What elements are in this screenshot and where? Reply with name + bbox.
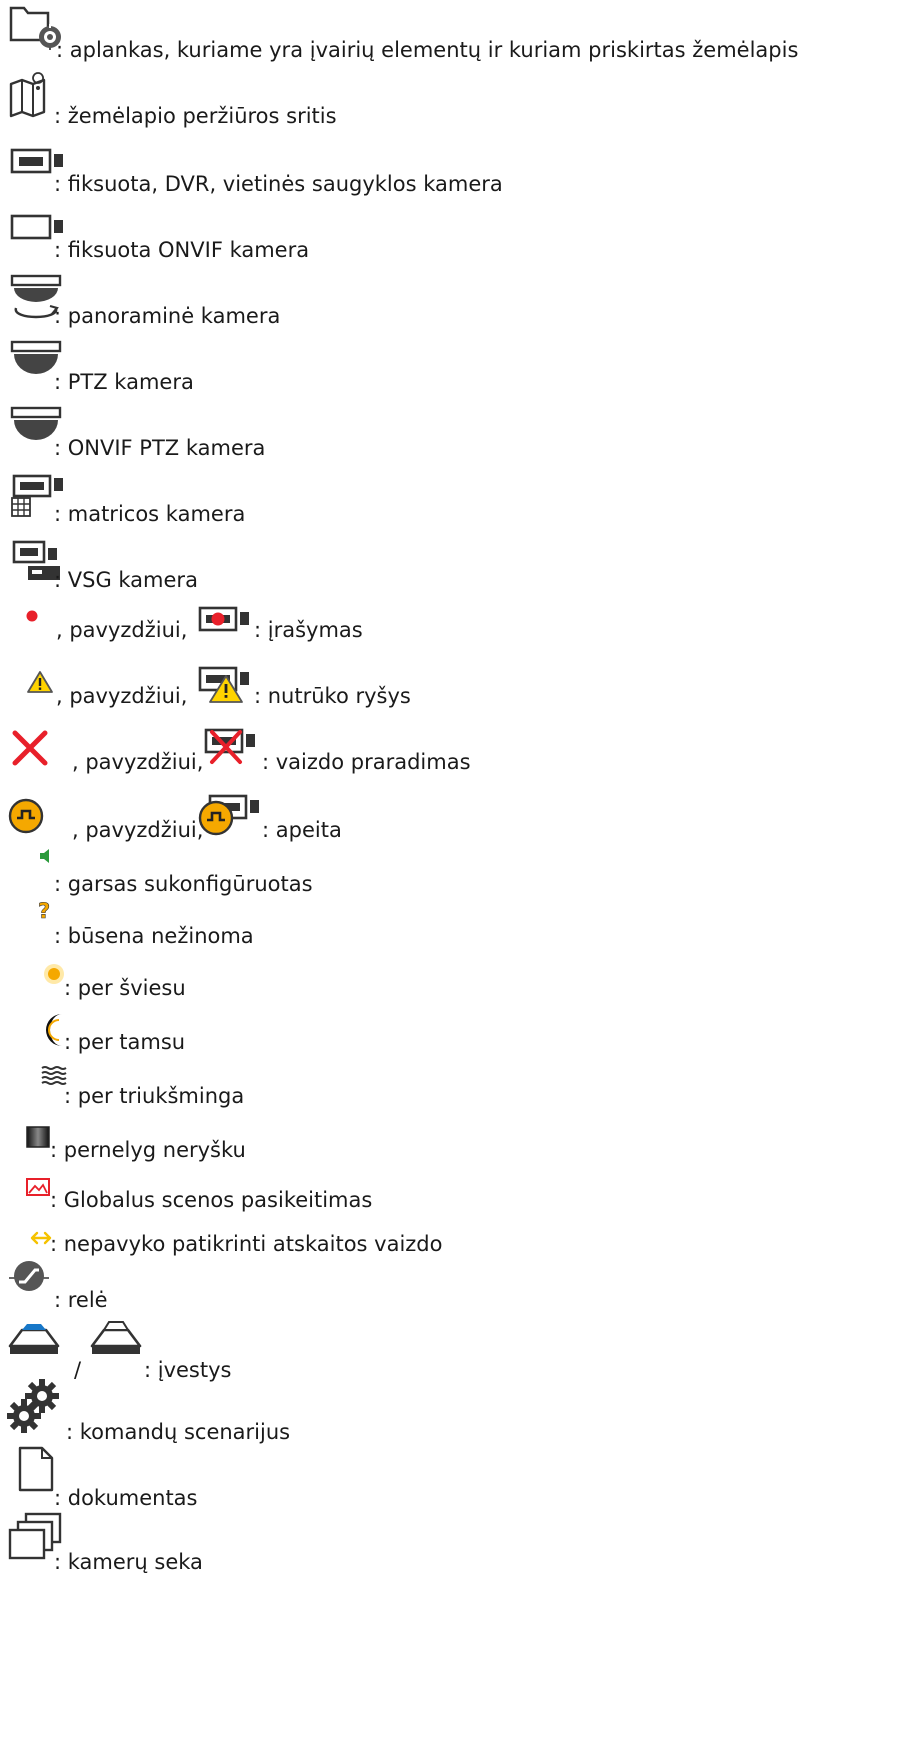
entry-pre-text: / bbox=[74, 1358, 82, 1382]
camera-video-loss-icon bbox=[204, 728, 264, 768]
blur-icon bbox=[26, 1126, 50, 1148]
scene-change-icon bbox=[26, 1178, 50, 1198]
entry-pre-text: , pavyzdžiui, bbox=[72, 818, 204, 842]
entry-text: : komandų scenarijus bbox=[66, 1420, 291, 1444]
recording-dot-icon bbox=[26, 610, 38, 622]
input-inactive-icon bbox=[88, 1316, 144, 1356]
entry-pre-text: , pavyzdžiui, bbox=[72, 750, 204, 774]
warning-icon bbox=[26, 670, 54, 694]
entry-text: : VSG kamera bbox=[54, 568, 198, 592]
entry-text: : nepavyko patikrinti atskaitos vaizdo bbox=[50, 1232, 443, 1256]
camera-bypass-icon bbox=[198, 794, 262, 838]
reference-check-icon bbox=[30, 1230, 52, 1246]
map-icon bbox=[8, 72, 58, 120]
red-x-icon bbox=[10, 728, 50, 768]
entry-text: : būsena nežinoma bbox=[54, 924, 254, 948]
entry-text: : žemėlapio peržiūros sritis bbox=[54, 104, 337, 128]
entry-text: : PTZ kamera bbox=[54, 370, 194, 394]
camera-warning-icon bbox=[198, 666, 258, 706]
entry-text: : relė bbox=[54, 1288, 108, 1312]
entry-text: : vaizdo praradimas bbox=[262, 750, 471, 774]
gears-icon bbox=[6, 1378, 66, 1434]
entry-text: : įvestys bbox=[144, 1358, 232, 1382]
entry-text: : per tamsu bbox=[64, 1030, 186, 1054]
entry-text: : apeita bbox=[262, 818, 342, 842]
recording-camera-icon bbox=[198, 606, 258, 636]
sun-icon bbox=[42, 962, 66, 986]
entry-text: : matricos kamera bbox=[54, 502, 246, 526]
entry-text: : per triukšminga bbox=[64, 1084, 245, 1108]
question-mark-icon: ? bbox=[36, 898, 54, 924]
entry-text: : aplankas, kuriame yra įvairių elementų… bbox=[56, 38, 799, 62]
audio-icon bbox=[38, 848, 52, 864]
entry-text: : kamerų seka bbox=[54, 1550, 203, 1574]
entry-text: : pernelyg neryšku bbox=[50, 1138, 246, 1162]
entry-text: : garsas sukonfigūruotas bbox=[54, 872, 313, 896]
noise-icon bbox=[41, 1066, 67, 1088]
document-icon bbox=[18, 1446, 54, 1492]
entry-pre-text: , pavyzdžiui, bbox=[56, 618, 188, 642]
relay-icon bbox=[8, 1258, 50, 1296]
entry-text: : fiksuota ONVIF kamera bbox=[54, 238, 310, 262]
entry-text: : įrašymas bbox=[254, 618, 363, 642]
entry-text: : per šviesu bbox=[64, 976, 186, 1000]
entry-text: : fiksuota, DVR, vietinės saugyklos kame… bbox=[54, 172, 503, 196]
entry-text: : ONVIF PTZ kamera bbox=[54, 436, 266, 460]
entry-text: : dokumentas bbox=[54, 1486, 198, 1510]
entry-text: : panoraminė kamera bbox=[54, 304, 281, 328]
entry-text: : Globalus scenos pasikeitimas bbox=[50, 1188, 373, 1212]
bypass-icon bbox=[8, 798, 44, 834]
input-active-icon bbox=[8, 1320, 60, 1356]
entry-pre-text: , pavyzdžiui, bbox=[56, 684, 188, 708]
svg-text:?: ? bbox=[38, 899, 50, 923]
entry-text: : nutrūko ryšys bbox=[254, 684, 411, 708]
